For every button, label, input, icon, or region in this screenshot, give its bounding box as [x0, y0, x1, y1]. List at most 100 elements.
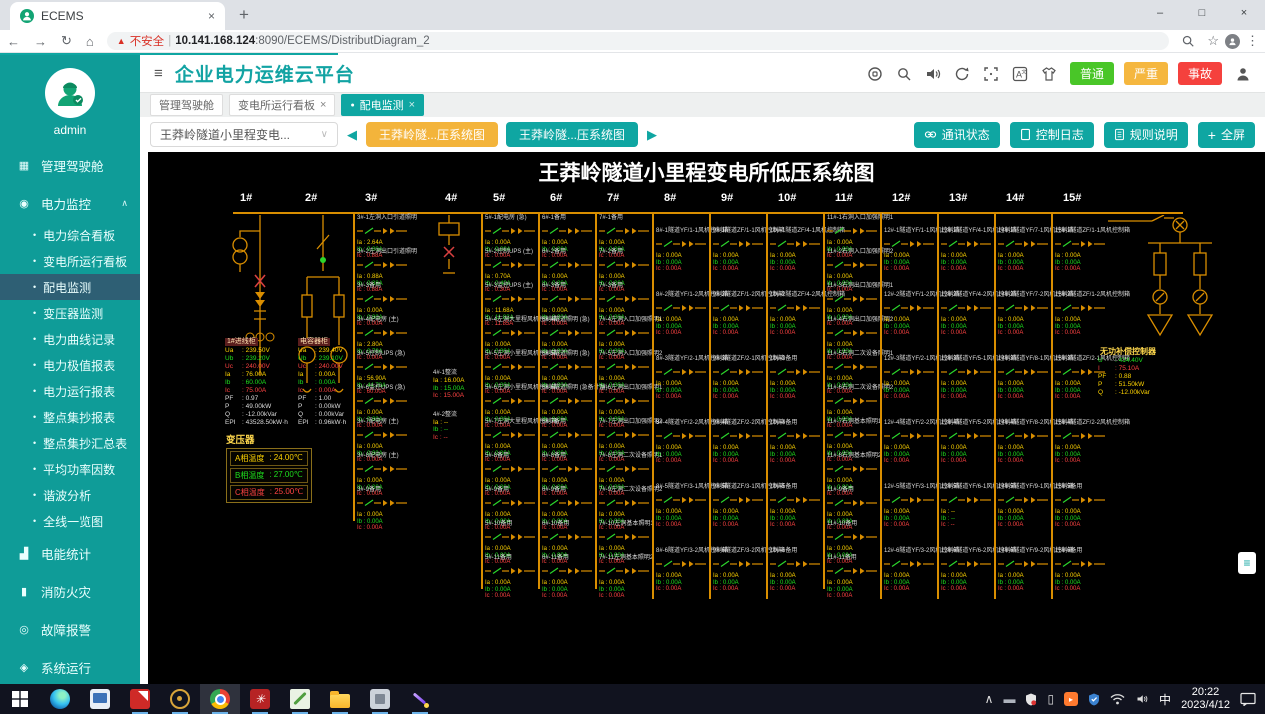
- feeder-14#-1隧道YF/7-1风机控制箱[interactable]: 14#-1隧道YF/7-1风机控制箱Ia : 0.00AIb : 0.00AIc…: [998, 215, 1051, 279]
- browser-menu-icon[interactable]: ⋮: [1246, 33, 1259, 49]
- feeder-12#-5隧道YF/3-1风机控制箱[interactable]: 12#-5隧道YF/3-1风机控制箱Ia : 0.00AIb : 0.00AIc…: [884, 471, 937, 535]
- sidebar-subitem-变压器监测[interactable]: •变压器监测: [0, 300, 140, 326]
- feeder-6#-9备用[interactable]: 6#-9备用Ia : 0.00AIb : 0.00AIc : 0.00A: [542, 487, 595, 521]
- feeder-12#-4隧道YF/2-2风机控制箱[interactable]: 12#-4隧道YF/2-2风机控制箱Ia : 0.00AIb : 0.00AIc…: [884, 407, 937, 471]
- close-tab-icon[interactable]: ×: [320, 99, 326, 111]
- feeder-3#-8配电房 (主)[interactable]: 3#-8配电房 (主)Ia : 0.00AIb : 0.00AIc : 0.00…: [357, 453, 433, 487]
- target-icon[interactable]: [867, 66, 883, 82]
- feeder-5#-3监控UPS (主)[interactable]: 5#-3监控UPS (主)Ia : 11.68AIb : 11.82AIc : …: [485, 283, 538, 317]
- feeder-6#-7备用[interactable]: 6#-7备用Ia : 0.00AIb : 0.00AIc : 0.00A: [542, 419, 595, 453]
- action-button-规则说明[interactable]: 规则说明: [1104, 122, 1188, 148]
- browser-tab[interactable]: ECEMS ×: [10, 2, 225, 30]
- feeder-7#-8左洞二次设备照明1[interactable]: 7#-8左洞二次设备照明1Ia : 0.00AIb : 0.00AIc : 0.…: [599, 453, 652, 487]
- volume-icon[interactable]: [925, 66, 941, 82]
- feeder-5#-4左洞大里程风机控制箱[interactable]: 5#-4左洞大里程风机控制箱Ia : 0.00AIb : 0.00AIc : 0…: [485, 317, 538, 351]
- edge-icon[interactable]: [40, 684, 80, 714]
- sidebar-subitem-配电监测[interactable]: •配电监测: [0, 274, 140, 300]
- feeder-8#-6隧道YF/3-2风机控制箱[interactable]: 8#-6隧道YF/3-2风机控制箱Ia : 0.00AIb : 0.00AIc …: [656, 535, 709, 599]
- feeder-7#-1备用[interactable]: 7#-1备用Ia : 0.00AIb : 0.00AIc : 0.00A: [599, 215, 652, 249]
- action-button-全屏[interactable]: +全屏: [1198, 122, 1255, 148]
- feeder-5#-11备用[interactable]: 5#-11备用Ia : 0.00AIb : 0.00AIc : 0.00A: [485, 555, 538, 589]
- file-explorer-icon[interactable]: [320, 684, 360, 714]
- feeder-6#-4隧道照明 (急)[interactable]: 6#-4隧道照明 (急)Ia : 0.00AIb : 0.00AIc : 0.0…: [542, 317, 595, 351]
- feeder-3#-7配电房 (主)[interactable]: 3#-7配电房 (主)Ia : 0.00AIb : 0.00AIc : 0.00…: [357, 419, 433, 453]
- feeder-5#-10备用[interactable]: 5#-10备用Ia : 0.00AIb : 0.00AIc : 0.00A: [485, 521, 538, 555]
- page-tab-管理驾驶舱[interactable]: 管理驾驶舱: [150, 94, 223, 116]
- feeder-5#-8备用[interactable]: 5#-8备用Ia : 0.00AIb : 0.00AIc : 0.00A: [485, 453, 538, 487]
- foxit-pdf-icon[interactable]: [120, 684, 160, 714]
- feeder-11#-11备用[interactable]: 11#-11备用Ia : 0.00AIb : 0.00AIc : 0.00A: [827, 555, 880, 589]
- feeder-11#-10备用[interactable]: 11#-10备用Ia : 0.00AIb : 0.00AIc : 0.00A: [827, 521, 880, 555]
- sidebar-subitem-变电所运行看板[interactable]: •变电所运行看板: [0, 248, 140, 274]
- feeder-14#-5隧道YF/9-1风机控制箱[interactable]: 14#-5隧道YF/9-1风机控制箱Ia : 0.00AIb : 0.00AIc…: [998, 471, 1051, 535]
- next-diagram-icon[interactable]: ▶: [647, 127, 657, 143]
- address-bar[interactable]: ▲ 不安全 | 10.141.168.124 :8090/ECEMS/Distr…: [107, 32, 1170, 50]
- feeder-14#-3隧道YF/8-1风机控制箱[interactable]: 14#-3隧道YF/8-1风机控制箱Ia : 0.00AIb : 0.00AIc…: [998, 343, 1051, 407]
- feeder-5#-5左洞小里程风机控制箱[interactable]: 5#-5左洞小里程风机控制箱Ia : 0.00AIb : 0.00AIc : 0…: [485, 351, 538, 385]
- feeder-7#-7左洞出口加强照明2[interactable]: 7#-7左洞出口加强照明2Ia : 0.00AIb : 0.00AIc : 0.…: [599, 419, 652, 453]
- feeder-11#-2右洞入口加强照明2[interactable]: 11#-2右洞入口加强照明2Ia : 0.00AIb : 0.00AIc : 0…: [827, 249, 880, 283]
- feeder-9#-3隧道ZF/2-1风机控制箱[interactable]: 9#-3隧道ZF/2-1风机控制箱Ia : 0.00AIb : 0.00AIc …: [713, 343, 766, 407]
- maximize-button[interactable]: □: [1181, 0, 1223, 26]
- sidebar-subitem-电力运行报表[interactable]: •电力运行报表: [0, 378, 140, 404]
- tray-expand-icon[interactable]: ∧: [985, 692, 994, 706]
- feeder-5#-9备用[interactable]: 5#-9备用Ia : 0.00AIb : 0.00AIc : 0.00A: [485, 487, 538, 521]
- feeder-5#-7左洞大里程风机控制箱[interactable]: 5#-7左洞大里程风机控制箱Ia : 0.00AIb : 0.00AIc : 0…: [485, 419, 538, 453]
- feeder-11#-9备用[interactable]: 11#-9备用Ia : 0.00AIb : 0.00AIc : 0.00A: [827, 487, 880, 521]
- feeder-15#-1隧道ZF/1-1风机控制箱[interactable]: 15#-1隧道ZF/1-1风机控制箱Ia : 0.00AIb : 0.00AIc…: [1055, 215, 1108, 279]
- feeder-12#-1隧道YF/1-1风机控制箱[interactable]: 12#-1隧道YF/1-1风机控制箱Ia : 0.00AIb : 0.00AIc…: [884, 215, 937, 279]
- fullscreen-icon[interactable]: [983, 66, 999, 82]
- tab-close-icon[interactable]: ×: [208, 9, 215, 23]
- sidebar-subitem-电力曲线记录[interactable]: •电力曲线记录: [0, 326, 140, 352]
- forward-icon[interactable]: →: [34, 34, 47, 49]
- feeder-8#-1隧道YF/1-1风机控制箱[interactable]: 8#-1隧道YF/1-1风机控制箱Ia : 0.00AIb : 0.00AIc …: [656, 215, 709, 279]
- feeder-3#-4配电房 (主)[interactable]: 3#-4配电房 (主)Ia : 2.80AIb : 0.70AIc : 0.00…: [357, 317, 433, 351]
- prev-diagram-icon[interactable]: ◀: [347, 127, 357, 143]
- speaker-icon[interactable]: [1135, 693, 1149, 705]
- feeder-6#-6隧道照明 (急备计量)[interactable]: 6#-6隧道照明 (急备计量)Ia : 0.00AIb : 0.00AIc : …: [542, 385, 595, 419]
- search-icon[interactable]: [896, 66, 912, 82]
- red-app-icon[interactable]: [240, 684, 280, 714]
- feeder-8#-2隧道YF/1-2风机控制箱[interactable]: 8#-2隧道YF/1-2风机控制箱Ia : 0.00AIb : 0.00AIc …: [656, 279, 709, 343]
- feeder-6#-1备用[interactable]: 6#-1备用Ia : 0.00AIb : 0.00AIc : 0.00A: [542, 215, 595, 249]
- clock[interactable]: 20:22 2023/4/12: [1181, 686, 1230, 712]
- feeder-7#-5左洞入口加强照明2[interactable]: 7#-5左洞入口加强照明2Ia : 0.00AIb : 0.00AIc : 0.…: [599, 351, 652, 385]
- feeder-3#-6监控UPS (急)[interactable]: 3#-6监控UPS (急)Ia : 0.00AIb : 0.00AIc : 0.…: [357, 385, 433, 419]
- feeder-7#-9左洞二次设备照明2[interactable]: 7#-9左洞二次设备照明2Ia : 0.00AIb : 0.00AIc : 0.…: [599, 487, 652, 521]
- feeder-5#-6左洞小里程风机控制箱[interactable]: 5#-6左洞小里程风机控制箱Ia : 0.00AIb : 0.00AIc : 0…: [485, 385, 538, 419]
- alarm-button-事故[interactable]: 事故: [1178, 62, 1222, 85]
- sunlogin-icon[interactable]: ▸: [1064, 692, 1078, 706]
- feeder-7#-2备用[interactable]: 7#-2备用Ia : 0.00AIb : 0.00AIc : 0.00A: [599, 249, 652, 283]
- feeder-10#-2隧道ZF/4-2风机控制箱[interactable]: 10#-2隧道ZF/4-2风机控制箱Ia : 0.00AIb : 0.00AIc…: [770, 279, 823, 343]
- feeder-9#-6隧道ZF/3-2风机控制箱[interactable]: 9#-6隧道ZF/3-2风机控制箱Ia : 0.00AIb : 0.00AIc …: [713, 535, 766, 599]
- feeder-3#-9备用[interactable]: 3#-9备用Ia : 0.00AIb : 0.00AIc : 0.00A: [357, 487, 433, 521]
- page-tab-配电监测[interactable]: ●配电监测×: [341, 94, 424, 116]
- feeder-12#-3隧道YF/2-1风机控制箱[interactable]: 12#-3隧道YF/2-1风机控制箱Ia : 0.00AIb : 0.00AIc…: [884, 343, 937, 407]
- profile-avatar[interactable]: [1225, 34, 1240, 49]
- feeder-13#-6隧道YF/6-2风机控制箱[interactable]: 13#-6隧道YF/6-2风机控制箱Ia : 0.00AIb : 0.00AIc…: [941, 535, 994, 599]
- feeder-12#-2隧道YF/1-2风机控制箱[interactable]: 12#-2隧道YF/1-2风机控制箱Ia : 0.00AIb : 0.00AIc…: [884, 279, 937, 343]
- remote-app-icon[interactable]: [80, 684, 120, 714]
- feeder-14#-6隧道YF/9-2风机控制箱[interactable]: 14#-6隧道YF/9-2风机控制箱Ia : 0.00AIb : 0.00AIc…: [998, 535, 1051, 599]
- ime-indicator[interactable]: 中: [1159, 691, 1171, 708]
- user-icon[interactable]: [1235, 66, 1251, 82]
- feeder-3#-2左洞出口引道照明[interactable]: 3#-2左洞出口引道照明Ia : 0.88AIb : 0.88AIc : 0.8…: [357, 249, 433, 283]
- feeder-14#-4隧道YF/8-2风机控制箱[interactable]: 14#-4隧道YF/8-2风机控制箱Ia : 0.00AIb : 0.00AIc…: [998, 407, 1051, 471]
- sidebar-subitem-平均功率因数[interactable]: •平均功率因数: [0, 456, 140, 482]
- notepad-icon[interactable]: [280, 684, 320, 714]
- start-button[interactable]: [0, 684, 40, 714]
- feeder-11#-6右洞二次设备照明2[interactable]: 11#-6右洞二次设备照明2Ia : 0.00AIb : 0.00AIc : 0…: [827, 385, 880, 419]
- feeder-13#-4隧道YF/5-2风机控制箱[interactable]: 13#-4隧道YF/5-2风机控制箱Ia : 0.00AIb : 0.00AIc…: [941, 407, 994, 471]
- feeder-9#-2隧道ZF/1-2风机控制箱[interactable]: 9#-2隧道ZF/1-2风机控制箱Ia : 0.00AIb : 0.00AIc …: [713, 279, 766, 343]
- feeder-4#-2整流[interactable]: 4#-2整流Ia : --Ib : --Ic : --: [433, 412, 481, 442]
- feeder-10#-6备用[interactable]: 10#-6备用Ia : 0.00AIb : 0.00AIc : 0.00A: [770, 535, 823, 599]
- feeder-10#-4备用[interactable]: 10#-4备用Ia : 0.00AIb : 0.00AIc : 0.00A: [770, 407, 823, 471]
- feeder-6#-11备用[interactable]: 6#-11备用Ia : 0.00AIb : 0.00AIc : 0.00A: [542, 555, 595, 589]
- feeder-8#-3隧道YF/2-1风机控制箱[interactable]: 8#-3隧道YF/2-1风机控制箱Ia : 0.00AIb : 0.00AIc …: [656, 343, 709, 407]
- feeder-11#-5右洞二次设备照明1[interactable]: 11#-5右洞二次设备照明1Ia : 0.00AIb : 0.00AIc : 0…: [827, 351, 880, 385]
- feeder-9#-5隧道ZF/3-1风机控制箱[interactable]: 9#-5隧道ZF/3-1风机控制箱Ia : 0.00AIb : 0.00AIc …: [713, 471, 766, 535]
- pen-tool-icon[interactable]: [400, 684, 440, 714]
- feeder-11#-7右洞基本照明1[interactable]: 11#-7右洞基本照明1Ia : 0.00AIb : 0.00AIc : 0.0…: [827, 419, 880, 453]
- feeder-9#-4隧道ZF/2-2风机控制箱[interactable]: 9#-4隧道ZF/2-2风机控制箱Ia : 0.00AIb : 0.00AIc …: [713, 407, 766, 471]
- feeder-11#-1右洞入口加强照明1[interactable]: 11#-1右洞入口加强照明1Ia : 0.00AIb : 0.00AIc : 0…: [827, 215, 880, 249]
